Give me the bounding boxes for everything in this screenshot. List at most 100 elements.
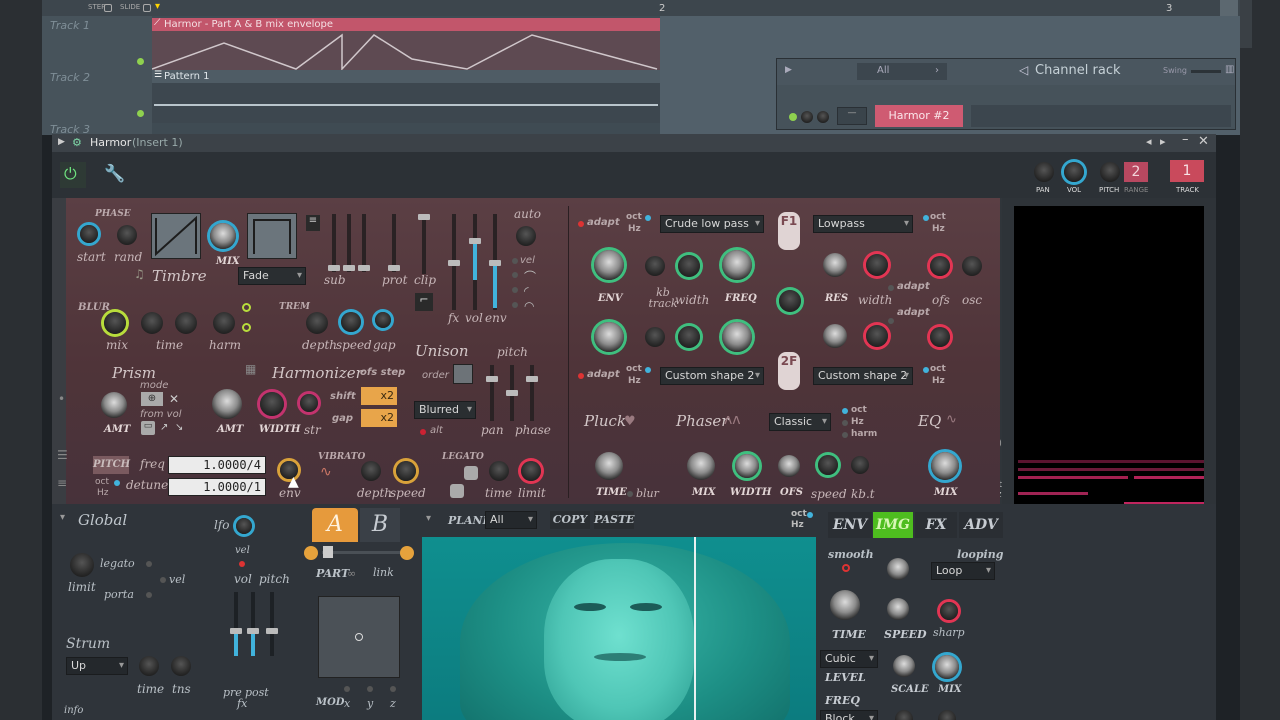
filter2-res-knob[interactable] bbox=[823, 324, 847, 348]
channel-vol-knob[interactable] bbox=[817, 111, 829, 123]
sub-fader-3-cap[interactable] bbox=[358, 265, 370, 271]
automation-clip[interactable]: Harmor - Part A & B mix envelope bbox=[152, 18, 660, 31]
freq-mode-dropdown[interactable]: Block bbox=[820, 710, 878, 720]
part-morph-slider[interactable] bbox=[322, 551, 402, 554]
filter2-oct-radio[interactable] bbox=[645, 367, 651, 373]
unison-phase-cap[interactable] bbox=[526, 376, 538, 382]
shape-radio-3[interactable] bbox=[512, 302, 518, 308]
sub-fader-2-cap[interactable] bbox=[343, 265, 355, 271]
xy-pad[interactable] bbox=[318, 596, 400, 678]
blur-small-knob-1[interactable] bbox=[242, 303, 251, 312]
img-mix-knob[interactable] bbox=[935, 655, 959, 679]
phaser-kbt-knob[interactable] bbox=[851, 456, 869, 474]
strum-mode-dropdown[interactable]: Up bbox=[66, 657, 128, 675]
left-list-icon[interactable]: ≡ bbox=[57, 476, 67, 490]
filter2-type-dropdown[interactable]: Custom shape 2 bbox=[660, 367, 764, 385]
wrench-icon[interactable]: 🔧 bbox=[104, 164, 125, 184]
plane-dropdown[interactable]: All bbox=[485, 511, 537, 529]
plane-collapse-icon[interactable]: ▾ bbox=[426, 513, 431, 524]
filter1-ofs-knob[interactable] bbox=[930, 256, 950, 276]
unison-phase-fader[interactable] bbox=[530, 365, 534, 421]
tab-img[interactable]: IMG bbox=[873, 512, 913, 538]
mixer-track-button[interactable]: — bbox=[837, 107, 867, 125]
timbre-menu-icon[interactable]: ≡ bbox=[306, 215, 320, 231]
filter1-res-knob[interactable] bbox=[823, 253, 847, 277]
global-fader-2-cap[interactable] bbox=[247, 628, 259, 634]
mixer-track-display[interactable]: 1 bbox=[1170, 160, 1204, 182]
rack-menu-icon[interactable]: ▥ bbox=[1225, 64, 1234, 75]
phaser-ofs-knob[interactable] bbox=[778, 455, 800, 477]
filter-mix-knob[interactable] bbox=[779, 290, 801, 312]
shift-step-button[interactable]: x2 bbox=[361, 387, 397, 405]
phaser-mix-knob[interactable] bbox=[687, 452, 715, 480]
rack-arrow-icon[interactable]: ▶ bbox=[785, 65, 792, 75]
img-scale-knob[interactable] bbox=[893, 655, 915, 677]
phaser-hz-radio[interactable] bbox=[842, 420, 848, 426]
close-icon[interactable]: ✕ bbox=[1198, 134, 1209, 149]
filter2-ofs-knob[interactable] bbox=[930, 327, 950, 347]
timbre-1-display[interactable] bbox=[151, 213, 201, 259]
filter1-env-knob[interactable] bbox=[594, 250, 624, 280]
img-sharp-knob[interactable] bbox=[940, 602, 958, 620]
prism-mode-button[interactable]: ⊕ bbox=[141, 392, 163, 406]
filter1-kbtrack-knob[interactable] bbox=[645, 256, 665, 276]
minimize-icon[interactable]: – bbox=[1182, 132, 1189, 147]
swing-slider[interactable] bbox=[1191, 70, 1221, 73]
harmor-titlebar[interactable]: ▶ ⚙ Harmor (Insert 1) ◂ ▸ – ✕ bbox=[52, 132, 1216, 152]
shape-radio-1[interactable] bbox=[512, 272, 518, 278]
strum-tns-knob[interactable] bbox=[171, 656, 191, 676]
filter2-width-knob[interactable] bbox=[678, 326, 700, 348]
img-time-knob[interactable] bbox=[830, 590, 860, 620]
title-arrow-icon[interactable]: ▶ bbox=[58, 137, 65, 147]
playhead-line[interactable] bbox=[694, 537, 696, 720]
sub-fader-1-cap[interactable] bbox=[328, 265, 340, 271]
track-1-led[interactable] bbox=[137, 58, 144, 65]
tab-env[interactable]: ENV bbox=[828, 512, 872, 538]
channel-led[interactable] bbox=[789, 113, 797, 121]
slide-toggle[interactable] bbox=[143, 4, 151, 12]
prism-amt-knob[interactable] bbox=[101, 392, 127, 418]
harmonizer-width-knob[interactable] bbox=[260, 392, 284, 416]
track-1-label[interactable]: Track 1 bbox=[50, 19, 90, 32]
filter2-kbtrack-knob[interactable] bbox=[645, 327, 665, 347]
unison-mode-dropdown[interactable]: Blurred bbox=[414, 401, 476, 419]
sub-fader-1[interactable] bbox=[332, 214, 336, 272]
part-b-tab[interactable]: B bbox=[360, 508, 400, 542]
image-oct-radio[interactable] bbox=[807, 512, 813, 518]
vol-knob[interactable] bbox=[1064, 162, 1084, 182]
phase-rand-knob[interactable] bbox=[117, 225, 137, 245]
vibrato-speed-knob[interactable] bbox=[396, 461, 416, 481]
filter1-mode-dropdown[interactable]: Lowpass bbox=[813, 215, 913, 233]
phaser-speed-knob[interactable] bbox=[818, 455, 838, 475]
harmonizer-str-knob[interactable] bbox=[300, 394, 318, 412]
blur-mix-knob[interactable] bbox=[104, 312, 126, 334]
timeline-header[interactable] bbox=[42, 0, 1240, 16]
left-menu-icon[interactable]: ☰ bbox=[57, 448, 68, 462]
link-icon[interactable]: ∞ bbox=[347, 567, 356, 580]
rack-filter-dropdown[interactable]: All › bbox=[857, 63, 947, 80]
smooth-knob[interactable] bbox=[842, 564, 850, 572]
phaser-mode-dropdown[interactable]: Classic bbox=[769, 413, 831, 431]
scrollbar[interactable] bbox=[1238, 0, 1252, 48]
prev-preset-icon[interactable]: ◂ bbox=[1146, 135, 1152, 148]
vol-fader-cap[interactable] bbox=[469, 238, 481, 244]
channel-steps[interactable] bbox=[971, 105, 1231, 127]
vibrato-depth-knob[interactable] bbox=[361, 461, 381, 481]
mod-y-radio[interactable] bbox=[367, 686, 373, 692]
tab-fx[interactable]: FX bbox=[915, 512, 957, 538]
xy-pad-point[interactable] bbox=[355, 633, 363, 641]
mod-x-radio[interactable] bbox=[344, 686, 350, 692]
global-collapse-icon[interactable]: ▾ bbox=[60, 512, 65, 523]
looping-dropdown[interactable]: Loop bbox=[931, 562, 995, 580]
clip-fader[interactable] bbox=[422, 214, 426, 274]
filter2-width2-knob[interactable] bbox=[866, 325, 888, 347]
track-2-label[interactable]: Track 2 bbox=[50, 71, 90, 84]
global-fader-3[interactable] bbox=[270, 592, 274, 656]
env-fader-cap[interactable] bbox=[489, 260, 501, 266]
clip-shape-icon[interactable]: ⌐ bbox=[415, 293, 433, 311]
step-toggle[interactable] bbox=[104, 4, 112, 12]
phase-start-knob[interactable] bbox=[80, 225, 98, 243]
unison-order-button[interactable] bbox=[453, 364, 473, 384]
channel-name-button[interactable]: Harmor #2 bbox=[875, 105, 963, 127]
strum-time-knob[interactable] bbox=[139, 656, 159, 676]
